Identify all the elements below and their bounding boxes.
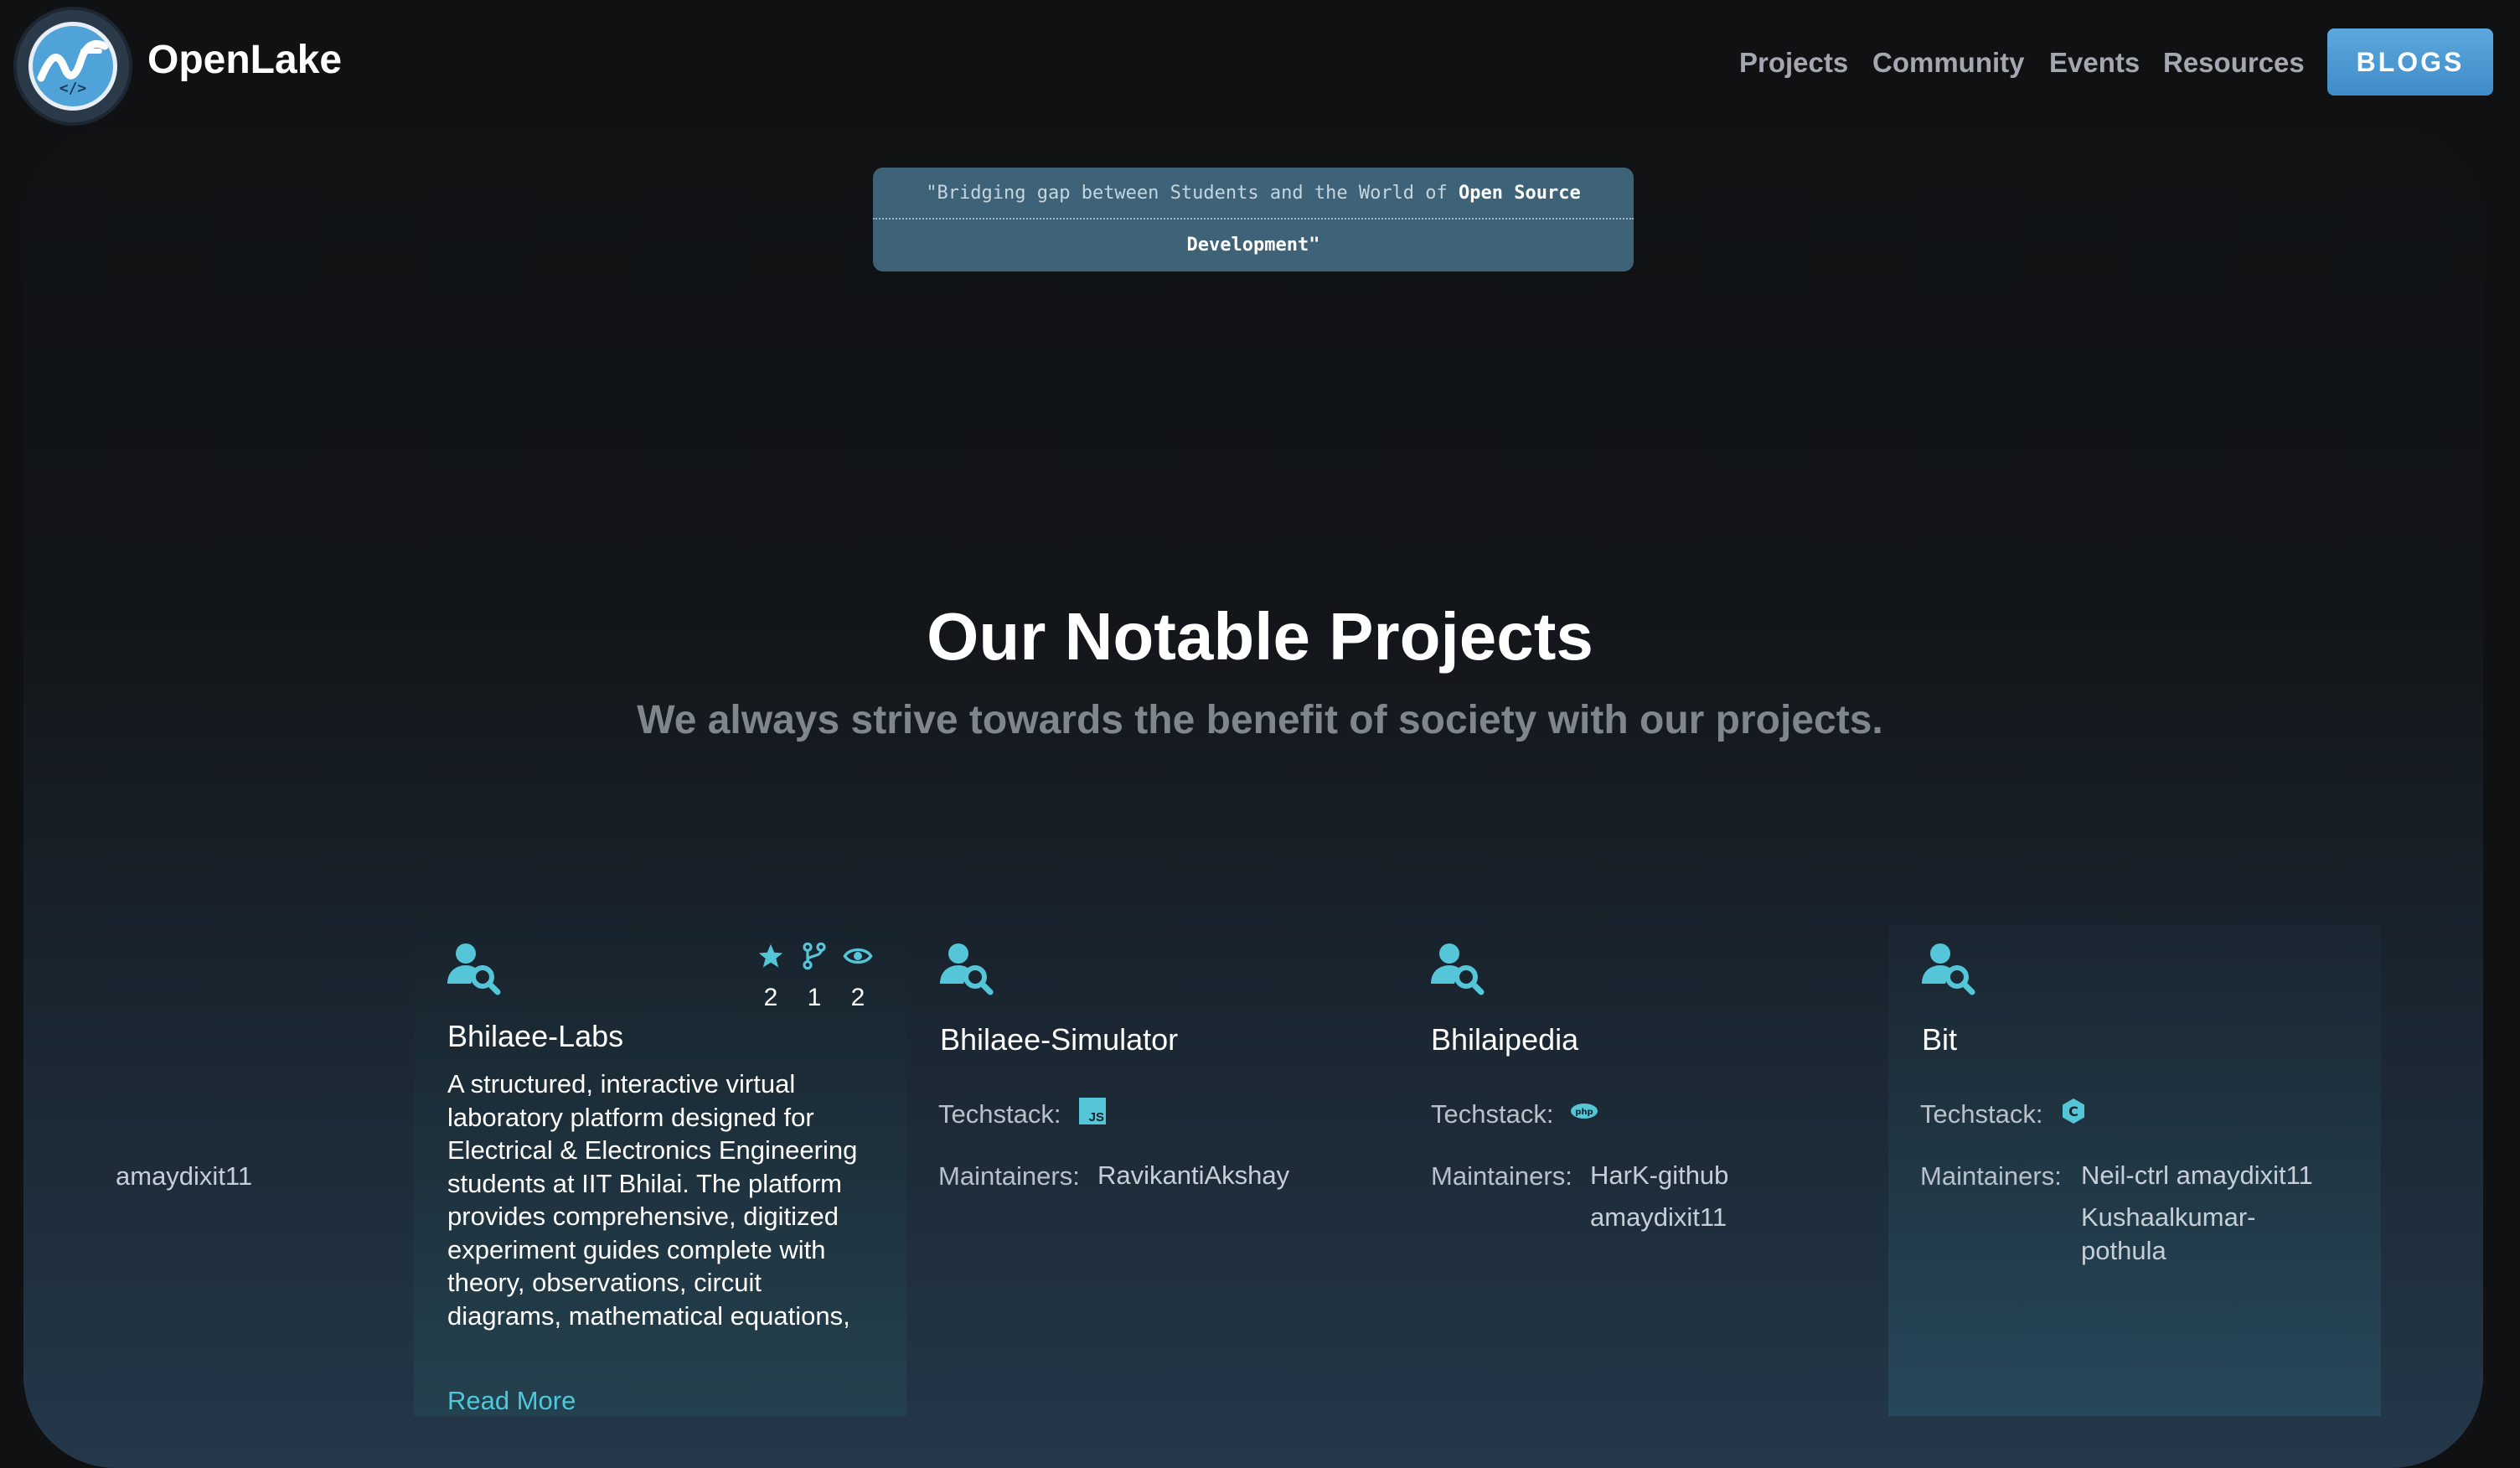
blogs-button[interactable]: BLOGS (2327, 28, 2493, 96)
techstack-label: Techstack: (1431, 1099, 1554, 1129)
forks-stat (798, 942, 831, 970)
user-search-icon (446, 942, 501, 995)
eye-icon (843, 948, 873, 964)
stars-stat (754, 942, 788, 970)
forks-count: 1 (807, 984, 822, 1011)
tagline-highlight: Open Source (1459, 183, 1581, 204)
nav-link-projects[interactable]: Projects (1739, 47, 1848, 79)
techstack-label: Techstack: (938, 1099, 1061, 1129)
logo-emblem-icon: </> (28, 22, 117, 111)
svg-text:php: php (1575, 1108, 1593, 1117)
user-search-icon (1429, 942, 1485, 995)
project-card-bhilaee-simulator[interactable]: Bhilaee-Simulator Techstack: JS Maintain… (906, 925, 1399, 1416)
tagline-quote: "Bridging gap between Students and the W… (873, 168, 1634, 271)
php-icon: php (1570, 1103, 1598, 1124)
maintainers-label: Maintainers: (938, 1161, 1080, 1191)
project-card-bit[interactable]: Bit Techstack: C Maintainers: Neil-ctrl … (1888, 925, 2381, 1416)
c-language-icon: C (2061, 1098, 2086, 1129)
maintainer-name[interactable]: HarK-github (1590, 1158, 1728, 1193)
watchers-count: 2 (850, 984, 865, 1011)
openlake-logo[interactable]: </> (13, 7, 132, 126)
user-search-icon (1920, 942, 1975, 995)
read-more-link[interactable]: Read More (447, 1386, 576, 1416)
project-name[interactable]: Bhilaee-Simulator (940, 1022, 1178, 1057)
project-name[interactable]: Bhilaipedia (1431, 1022, 1578, 1057)
techstack-label: Techstack: (1920, 1099, 2043, 1129)
section-subtitle: We always strive towards the benefit of … (637, 698, 1883, 742)
tagline-line-2: Development" (1186, 235, 1320, 256)
star-icon (758, 943, 783, 968)
maintainer-name[interactable]: pothula (2081, 1233, 2166, 1269)
project-name[interactable]: Bhilaee-Labs (447, 1019, 623, 1054)
watchers-stat (841, 942, 875, 970)
maintainer-name[interactable]: Neil-ctrl amaydixit11 (2081, 1158, 2313, 1193)
fork-icon (803, 942, 826, 970)
maintainer-name[interactable]: amaydixit11 (1590, 1200, 1727, 1235)
tagline-text: "Bridging gap between Students and the W… (926, 183, 1459, 204)
stars-count: 2 (763, 984, 778, 1011)
project-card-bhilaipedia[interactable]: Bhilaipedia Techstack: php Maintainers: … (1397, 925, 1890, 1416)
svg-text:</>: </> (59, 80, 87, 97)
project-description: A structured, interactive virtual labora… (447, 1069, 858, 1331)
project-card-bhilaee-labs[interactable]: 2 1 2 Bhilaee-Labs A structured, interac… (414, 925, 906, 1416)
tagline-line-1: "Bridging gap between Students and the W… (873, 168, 1634, 220)
maintainers-label: Maintainers: (1920, 1161, 2062, 1191)
nav-link-community[interactable]: Community (1872, 47, 2025, 79)
maintainer-name[interactable]: amaydixit11 (116, 1161, 252, 1191)
javascript-icon: JS (1079, 1098, 1106, 1124)
section-title: Our Notable Projects (927, 599, 1593, 674)
svg-text:C: C (2068, 1104, 2078, 1119)
maintainer-name[interactable]: Kushaalkumar- (2081, 1200, 2255, 1235)
maintainers-label: Maintainers: (1431, 1161, 1572, 1191)
nav-link-resources[interactable]: Resources (2163, 47, 2305, 79)
user-search-icon (938, 942, 994, 995)
project-name[interactable]: Bit (1922, 1022, 1957, 1057)
brand-name[interactable]: OpenLake (147, 37, 342, 83)
navbar: </> OpenLake Projects Community Events R… (0, 0, 2520, 127)
nav-link-events[interactable]: Events (2049, 47, 2140, 79)
maintainer-name[interactable]: RavikantiAkshay (1097, 1158, 1289, 1193)
